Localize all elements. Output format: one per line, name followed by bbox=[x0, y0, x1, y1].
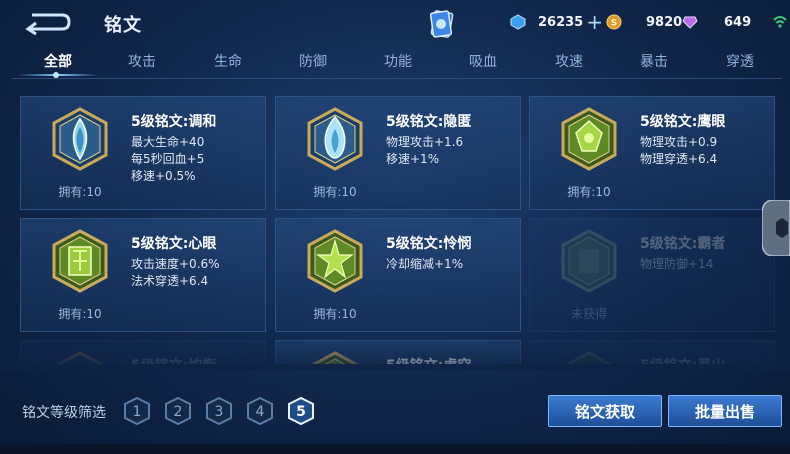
rune-card[interactable]: 拥有:10 5级铭文:怜悯 冷却缩减+1% bbox=[275, 218, 521, 332]
level-filter-number: 3 bbox=[215, 404, 224, 420]
level-filter-1[interactable]: 1 bbox=[123, 396, 151, 426]
rune-attribute: 移速+0.5% bbox=[131, 169, 196, 183]
rune-attribute: 每5秒回血+5 bbox=[131, 152, 205, 166]
gold-amount: 9820 bbox=[646, 14, 683, 30]
diamond-amount: 26235 bbox=[538, 14, 584, 30]
rune-emblem-icon bbox=[561, 229, 617, 293]
rune-name: 5级铭文:霸者 bbox=[640, 236, 726, 252]
rune-card[interactable]: 拥有:10 5级铭文:调和 最大生命+40 每5秒回血+5 移速+0.5% bbox=[20, 96, 266, 210]
side-panel-handle[interactable] bbox=[762, 200, 790, 256]
tab-function[interactable]: 功能 bbox=[358, 50, 438, 76]
top-bar: 铭文 26235 + S 9820 649 bbox=[0, 0, 790, 46]
rune-attribute: 移速+1% bbox=[386, 152, 440, 166]
rune-card[interactable]: 5级铭文:均衡 bbox=[20, 340, 266, 364]
level-filter-number: 4 bbox=[256, 404, 265, 420]
level-filter-5-selected[interactable]: 5 bbox=[287, 396, 315, 426]
gem-amount: 649 bbox=[724, 14, 752, 30]
rune-attributes: 物理攻击+0.9 物理穿透+6.4 bbox=[640, 134, 717, 168]
level-filter-2[interactable]: 2 bbox=[164, 396, 192, 426]
owned-count: 拥有:10 bbox=[313, 307, 357, 321]
rune-card[interactable]: 拥有:10 5级铭文:隐匿 物理攻击+1.6 移速+1% bbox=[275, 96, 521, 210]
rune-emblem-icon bbox=[307, 229, 363, 293]
rune-deck-icon[interactable] bbox=[428, 8, 456, 40]
rune-name: 5级铭文:隐匿 bbox=[386, 114, 472, 130]
owned-count: 未获得 bbox=[570, 307, 607, 321]
rune-attribute: 攻击速度+0.6% bbox=[131, 257, 220, 271]
rune-attributes: 物理防御+14 bbox=[640, 256, 713, 273]
tab-critical[interactable]: 暴击 bbox=[614, 50, 694, 76]
bottom-toolbar: 铭文等级筛选 1 2 3 4 5 铭文获取 批量出售 bbox=[0, 384, 790, 440]
svg-text:S: S bbox=[611, 19, 617, 29]
rune-emblem-icon bbox=[307, 107, 363, 171]
rune-name: 5级铭文:灵山 bbox=[640, 355, 725, 364]
rune-attribute: 物理穿透+6.4 bbox=[640, 152, 718, 166]
rune-card[interactable]: 拥有:10 5级铭文:心眼 攻击速度+0.6% 法术穿透+6.4 bbox=[20, 218, 266, 332]
bulk-sell-button[interactable]: 批量出售 bbox=[668, 395, 782, 427]
rune-emblem-icon bbox=[561, 107, 617, 171]
gem-counter: 649 bbox=[682, 11, 751, 33]
rune-name: 5级铭文:怜悯 bbox=[386, 236, 472, 252]
level-filter-number: 1 bbox=[133, 404, 142, 420]
tab-penetration[interactable]: 穿透 bbox=[700, 50, 780, 76]
owned-count: 拥有:10 bbox=[58, 307, 102, 321]
owned-count: 拥有:10 bbox=[567, 185, 611, 199]
wifi-signal-icon bbox=[773, 16, 787, 28]
rune-card[interactable]: 拥有:10 5级铭文:鹰眼 物理攻击+0.9 物理穿透+6.4 bbox=[529, 96, 775, 210]
rune-emblem-icon bbox=[52, 107, 108, 171]
page-title: 铭文 bbox=[104, 15, 142, 36]
diamond-icon bbox=[510, 14, 526, 30]
rune-attributes: 最大生命+40 每5秒回血+5 移速+0.5% bbox=[131, 134, 204, 185]
level-filter-number: 5 bbox=[296, 404, 306, 420]
rune-attributes: 冷却缩减+1% bbox=[386, 256, 463, 273]
rune-grid: 拥有:10 5级铭文:调和 最大生命+40 每5秒回血+5 移速+0.5% 拥有… bbox=[0, 96, 790, 364]
rune-name: 5级铭文:鹰眼 bbox=[640, 114, 726, 130]
back-arrow-icon[interactable] bbox=[22, 8, 72, 36]
gold-counter: S 9820 bbox=[606, 11, 682, 33]
rune-name: 5级铭文:虚空 bbox=[386, 355, 471, 364]
rune-attributes: 攻击速度+0.6% 法术穿透+6.4 bbox=[131, 256, 220, 290]
rune-attribute: 冷却缩减+1% bbox=[386, 257, 464, 271]
system-bar bbox=[0, 444, 790, 454]
rune-emblem-icon bbox=[311, 351, 359, 364]
owned-count: 拥有:10 bbox=[58, 185, 102, 199]
rune-emblem-icon bbox=[565, 351, 613, 364]
rune-attribute: 物理防御+14 bbox=[640, 257, 714, 271]
rune-card[interactable]: 5级铭文:虚空 bbox=[275, 340, 521, 364]
level-filter-label: 铭文等级筛选 bbox=[22, 405, 106, 421]
tab-defense[interactable]: 防御 bbox=[273, 50, 353, 76]
rune-name: 5级铭文:均衡 bbox=[131, 355, 216, 364]
gem-icon bbox=[682, 16, 698, 29]
tab-lifesteal[interactable]: 吸血 bbox=[443, 50, 523, 76]
tab-attack[interactable]: 攻击 bbox=[102, 50, 182, 76]
category-tabs: 全部 攻击 生命 防御 功能 吸血 攻速 暴击 穿透 bbox=[0, 50, 790, 80]
obtain-rune-button[interactable]: 铭文获取 bbox=[548, 395, 662, 427]
rune-attribute: 物理攻击+1.6 bbox=[386, 135, 464, 149]
level-filter-number: 2 bbox=[174, 404, 183, 420]
tab-attack-speed[interactable]: 攻速 bbox=[529, 50, 609, 76]
level-filter-3[interactable]: 3 bbox=[205, 396, 233, 426]
rune-emblem-icon bbox=[56, 351, 104, 364]
rune-name: 5级铭文:调和 bbox=[131, 114, 217, 130]
rune-card-locked[interactable]: 未获得 5级铭文:霸者 物理防御+14 bbox=[529, 218, 775, 332]
rune-attribute: 法术穿透+6.4 bbox=[131, 274, 209, 288]
rune-attribute: 最大生命+40 bbox=[131, 135, 205, 149]
rune-attributes: 物理攻击+1.6 移速+1% bbox=[386, 134, 463, 168]
owned-count: 拥有:10 bbox=[313, 185, 357, 199]
diamond-counter: 26235 + bbox=[510, 11, 603, 33]
gold-coin-icon: S bbox=[606, 14, 622, 30]
add-diamond-button[interactable]: + bbox=[586, 12, 603, 32]
rune-name: 5级铭文:心眼 bbox=[131, 236, 217, 252]
active-tab-dot bbox=[53, 72, 59, 78]
level-filter-4[interactable]: 4 bbox=[246, 396, 274, 426]
rune-emblem-icon bbox=[52, 229, 108, 293]
tab-life[interactable]: 生命 bbox=[188, 50, 268, 76]
rune-card[interactable]: 5级铭文:灵山 bbox=[529, 340, 775, 364]
rune-attribute: 物理攻击+0.9 bbox=[640, 135, 718, 149]
tab-divider bbox=[12, 78, 782, 79]
